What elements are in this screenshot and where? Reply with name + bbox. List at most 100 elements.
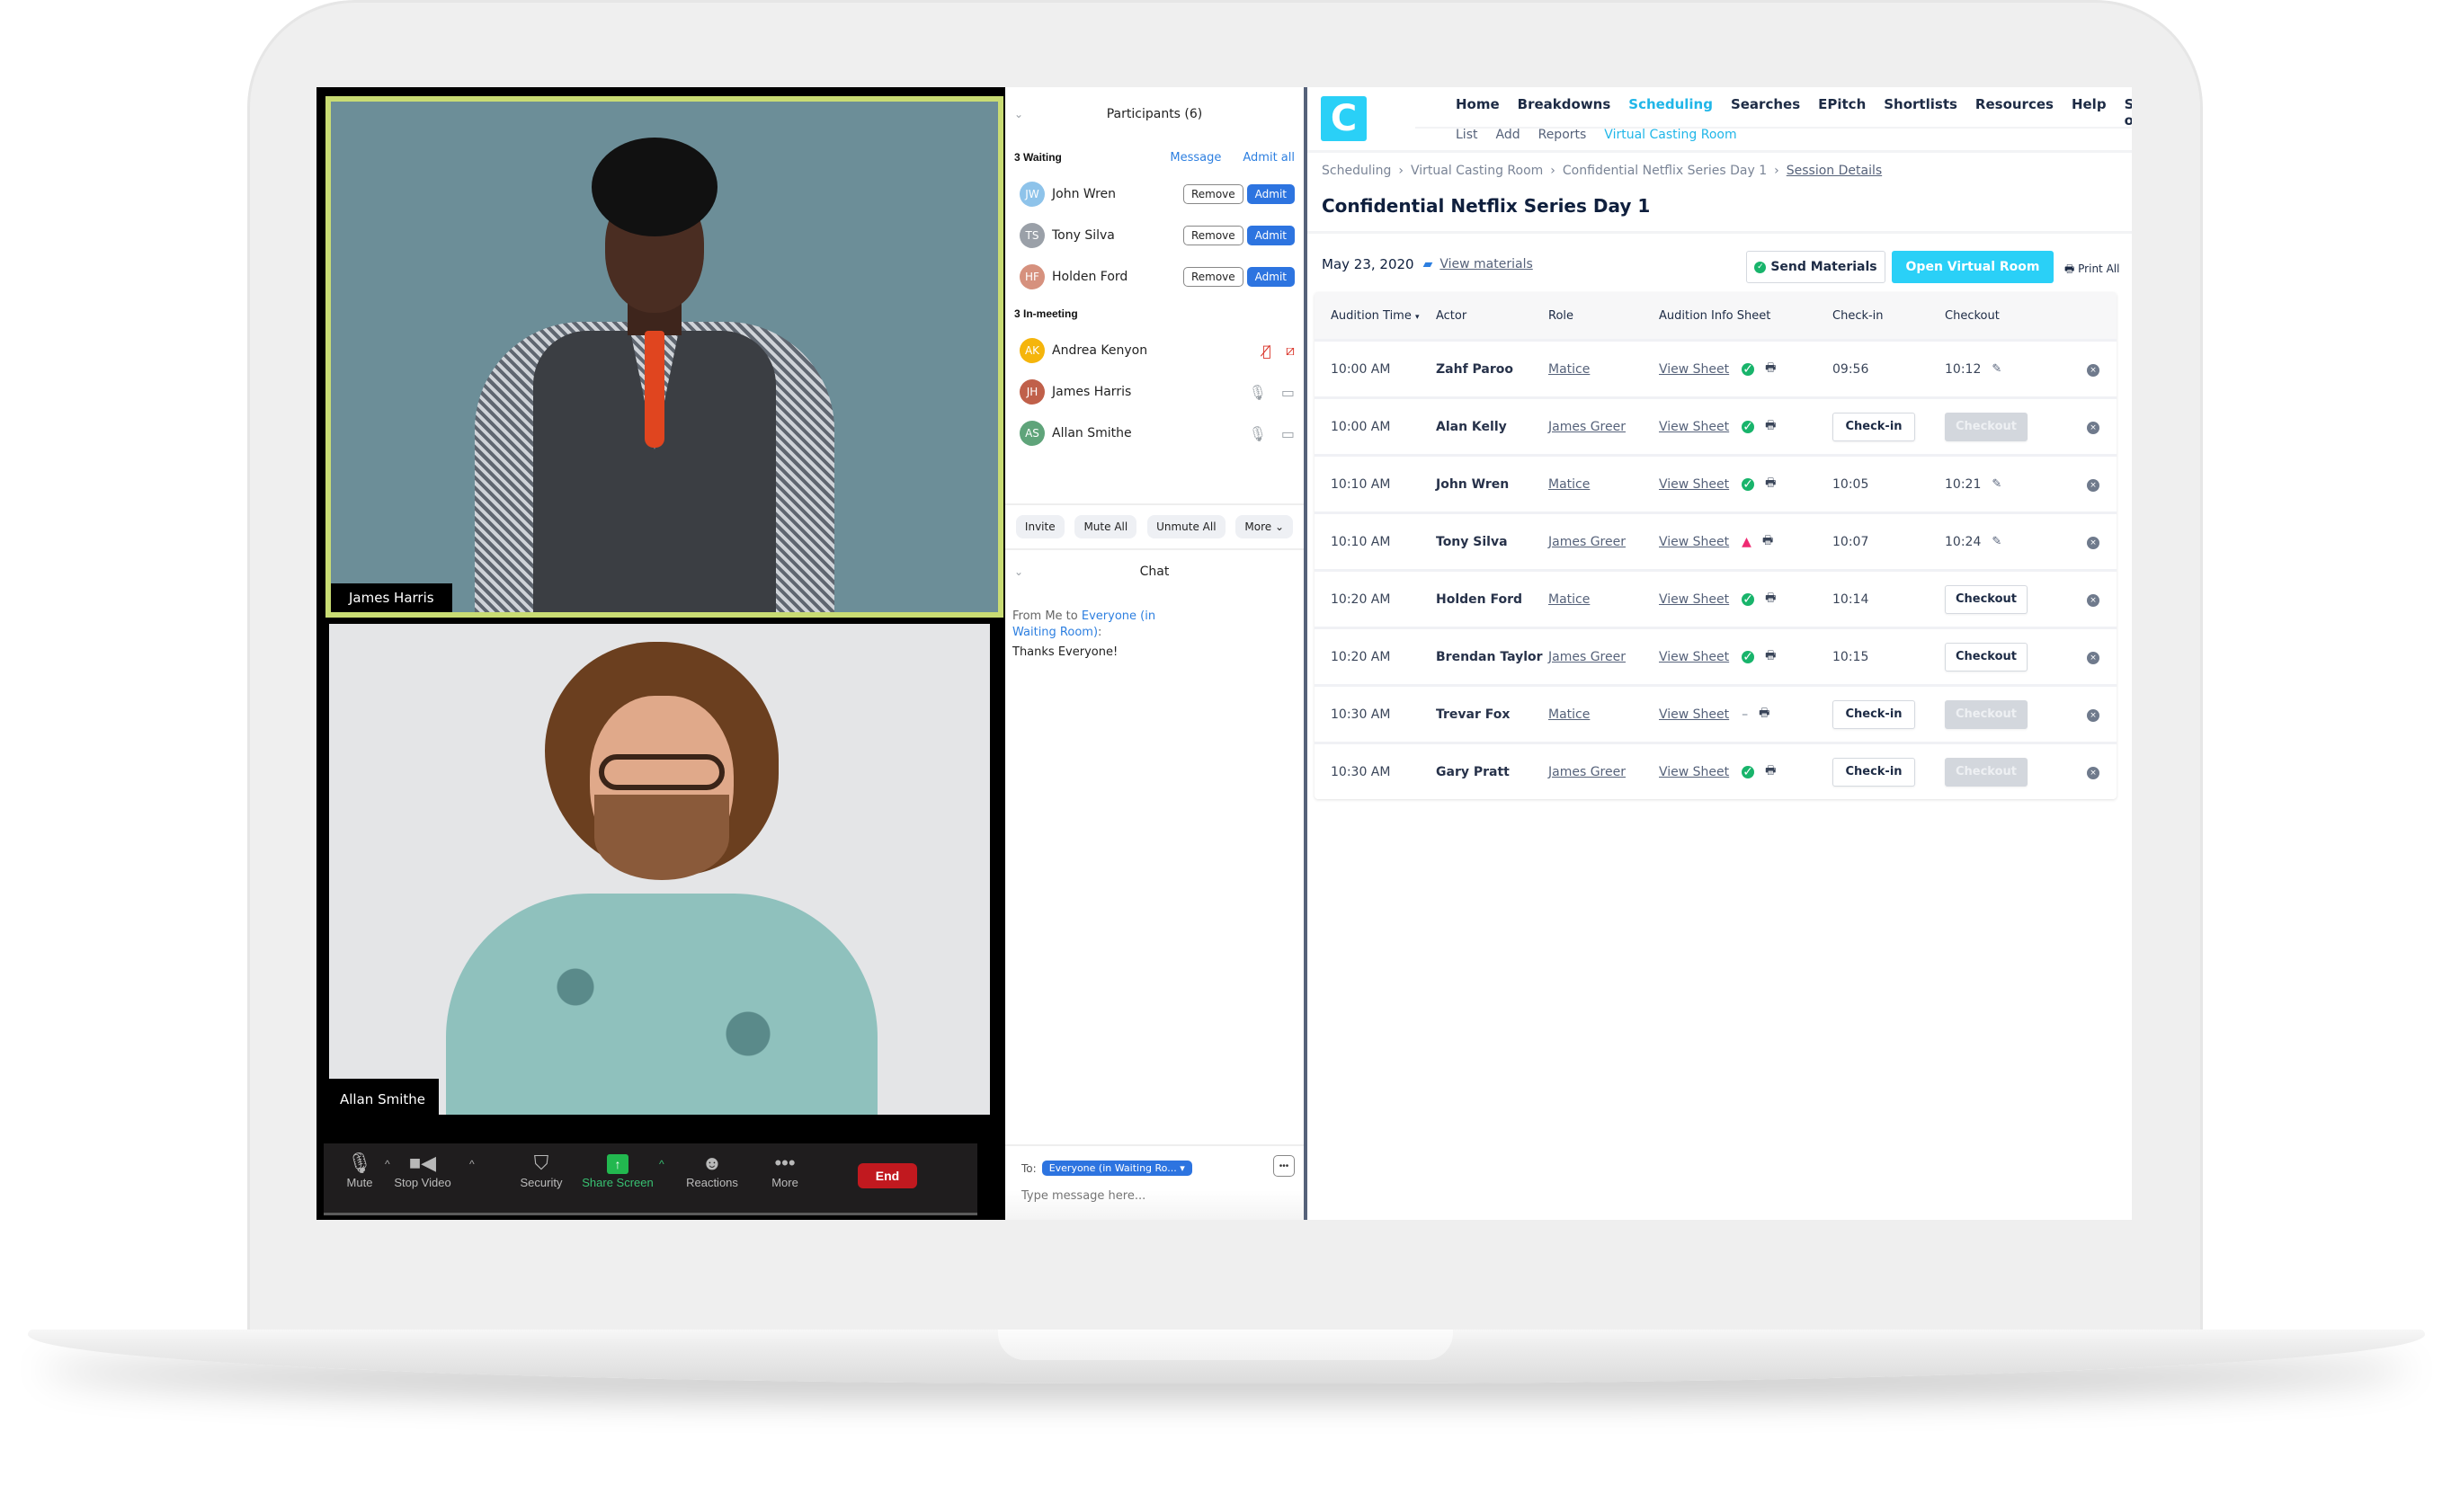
- view-sheet-link[interactable]: View Sheet: [1659, 650, 1729, 664]
- video-options-caret-icon[interactable]: ^: [469, 1158, 475, 1170]
- printer-icon[interactable]: 🖶: [1765, 360, 1776, 379]
- printer-icon[interactable]: 🖶: [1759, 705, 1769, 725]
- mute-all-button[interactable]: Mute All: [1074, 515, 1137, 538]
- microphone-icon[interactable]: 🎙: [1249, 384, 1267, 401]
- role-link[interactable]: Matice: [1548, 707, 1590, 722]
- stop-video-button[interactable]: ■◀ Stop Video: [378, 1151, 468, 1189]
- collapse-chevron-icon[interactable]: ⌄: [1014, 565, 1023, 578]
- more-options-button[interactable]: More ⌄: [1235, 515, 1294, 538]
- check-in-button[interactable]: Check-in: [1832, 412, 1915, 441]
- remove-circle-icon[interactable]: ×: [2087, 594, 2099, 607]
- remove-circle-icon[interactable]: ×: [2087, 364, 2099, 377]
- role-link[interactable]: James Greer: [1548, 535, 1626, 549]
- table-body: 10:00 AM Zahf Paroo Matice View Sheet ✓ 🖶 09:5…: [1315, 339, 2117, 799]
- view-sheet-link[interactable]: View Sheet: [1659, 707, 1729, 722]
- nav-item-sign-off[interactable]: Sign off: [2125, 96, 2132, 129]
- delete-cell: ×: [2071, 419, 2116, 434]
- role-link[interactable]: James Greer: [1548, 420, 1626, 434]
- view-sheet-link[interactable]: View Sheet: [1659, 592, 1729, 607]
- remove-button[interactable]: Remove: [1182, 226, 1243, 245]
- share-screen-button[interactable]: ↑ Share Screen: [573, 1151, 663, 1189]
- role-link[interactable]: Matice: [1548, 477, 1590, 492]
- check-in-button[interactable]: Check-in: [1832, 757, 1915, 787]
- microphone-icon[interactable]: 🎙: [1249, 425, 1267, 442]
- end-meeting-button[interactable]: End: [858, 1163, 917, 1188]
- role-link[interactable]: James Greer: [1548, 650, 1626, 664]
- checkout-button[interactable]: Checkout: [1945, 584, 2028, 614]
- unmute-all-button[interactable]: Unmute All: [1147, 515, 1226, 538]
- view-sheet-link[interactable]: View Sheet: [1659, 535, 1729, 549]
- check-in-button[interactable]: Check-in: [1832, 699, 1915, 729]
- breadcrumb-item[interactable]: Virtual Casting Room: [1411, 164, 1543, 178]
- view-sheet-link[interactable]: View Sheet: [1659, 765, 1729, 779]
- checkout-button[interactable]: Checkout: [1945, 642, 2028, 672]
- header-audition-time[interactable]: Audition Time ▾: [1315, 309, 1436, 323]
- remove-circle-icon[interactable]: ×: [2087, 479, 2099, 492]
- app-logo[interactable]: C: [1321, 96, 1367, 141]
- video-camera-icon[interactable]: ▭: [1281, 384, 1295, 401]
- admit-button[interactable]: Admit: [1246, 267, 1295, 287]
- nav-item-resources[interactable]: Resources: [1975, 96, 2054, 129]
- nav-item-breakdowns[interactable]: Breakdowns: [1518, 96, 1611, 129]
- share-options-caret-icon[interactable]: ^: [659, 1158, 664, 1170]
- admit-all-link[interactable]: Admit all: [1243, 151, 1295, 165]
- subnav-item-reports[interactable]: Reports: [1538, 128, 1587, 142]
- nav-item-searches[interactable]: Searches: [1731, 96, 1800, 129]
- nav-item-shortlists[interactable]: Shortlists: [1884, 96, 1957, 129]
- role-link[interactable]: James Greer: [1548, 765, 1626, 779]
- nav-item-scheduling[interactable]: Scheduling: [1628, 96, 1713, 129]
- printer-icon[interactable]: 🖶: [1765, 647, 1776, 667]
- remove-button[interactable]: Remove: [1182, 267, 1243, 287]
- message-waiting-link[interactable]: Message: [1170, 151, 1221, 165]
- nav-item-epitch[interactable]: EPitch: [1818, 96, 1866, 129]
- remove-circle-icon[interactable]: ×: [2087, 767, 2099, 779]
- subnav-item-add[interactable]: Add: [1495, 128, 1520, 142]
- remove-circle-icon[interactable]: ×: [2087, 537, 2099, 549]
- printer-icon[interactable]: 🖶: [1765, 762, 1776, 782]
- video-camera-icon[interactable]: ▭: [1281, 425, 1295, 442]
- video-off-icon[interactable]: ⧄: [1286, 342, 1295, 360]
- nav-item-help[interactable]: Help: [2072, 96, 2107, 129]
- remove-button[interactable]: Remove: [1182, 184, 1243, 204]
- microphone-muted-icon[interactable]: 🎙̸: [1262, 342, 1271, 360]
- view-sheet-link[interactable]: View Sheet: [1659, 477, 1729, 492]
- printer-icon[interactable]: 🖶: [1762, 532, 1773, 552]
- nav-item-home[interactable]: Home: [1456, 96, 1500, 129]
- subnav-item-virtual-casting-room[interactable]: Virtual Casting Room: [1604, 128, 1736, 142]
- collapse-chevron-icon[interactable]: ⌄: [1014, 108, 1023, 120]
- remove-circle-icon[interactable]: ×: [2087, 709, 2099, 722]
- print-all-button[interactable]: 🖶 Print All: [2064, 261, 2119, 280]
- video-tile[interactable]: Allan Smithe: [329, 624, 990, 1115]
- view-materials-link[interactable]: View materials: [1439, 257, 1532, 271]
- breadcrumb-item[interactable]: Scheduling: [1322, 164, 1391, 178]
- printer-icon[interactable]: 🖶: [1765, 417, 1776, 437]
- remove-circle-icon[interactable]: ×: [2087, 422, 2099, 434]
- printer-icon[interactable]: 🖶: [1765, 590, 1776, 609]
- remove-circle-icon[interactable]: ×: [2087, 652, 2099, 664]
- edit-pencil-icon[interactable]: ✎: [1992, 362, 2001, 376]
- security-button[interactable]: ⛉ Security: [505, 1151, 577, 1189]
- role-link[interactable]: Matice: [1548, 592, 1590, 607]
- subnav-item-list[interactable]: List: [1456, 128, 1477, 142]
- invite-button[interactable]: Invite: [1015, 515, 1065, 538]
- breadcrumb-item[interactable]: Confidential Netflix Series Day 1: [1563, 164, 1767, 178]
- video-tile-active-speaker[interactable]: James Harris: [325, 96, 1003, 618]
- chat-more-button[interactable]: •••: [1273, 1155, 1295, 1177]
- printer-icon[interactable]: 🖶: [1765, 475, 1776, 494]
- reactions-button[interactable]: ☻ Reactions: [676, 1151, 748, 1189]
- actor-name: Tony Silva: [1436, 534, 1508, 549]
- admit-button[interactable]: Admit: [1246, 184, 1295, 204]
- admit-button[interactable]: Admit: [1246, 226, 1295, 245]
- role-link[interactable]: Matice: [1548, 362, 1590, 377]
- chat-message-input[interactable]: [1021, 1189, 1282, 1203]
- edit-pencil-icon[interactable]: ✎: [1992, 477, 2001, 491]
- edit-pencil-icon[interactable]: ✎: [1992, 535, 2001, 548]
- check-in-cell: 10:07: [1832, 535, 1945, 549]
- more-button[interactable]: ••• More: [749, 1151, 821, 1189]
- chat-recipient-select[interactable]: Everyone (in Waiting Ro... ▾: [1041, 1161, 1192, 1176]
- send-materials-button[interactable]: ✓ Send Materials: [1746, 251, 1885, 283]
- view-sheet-link[interactable]: View Sheet: [1659, 420, 1729, 434]
- view-sheet-link[interactable]: View Sheet: [1659, 362, 1729, 377]
- breadcrumb-item[interactable]: Session Details: [1787, 164, 1882, 178]
- open-virtual-room-button[interactable]: Open Virtual Room: [1892, 251, 2054, 283]
